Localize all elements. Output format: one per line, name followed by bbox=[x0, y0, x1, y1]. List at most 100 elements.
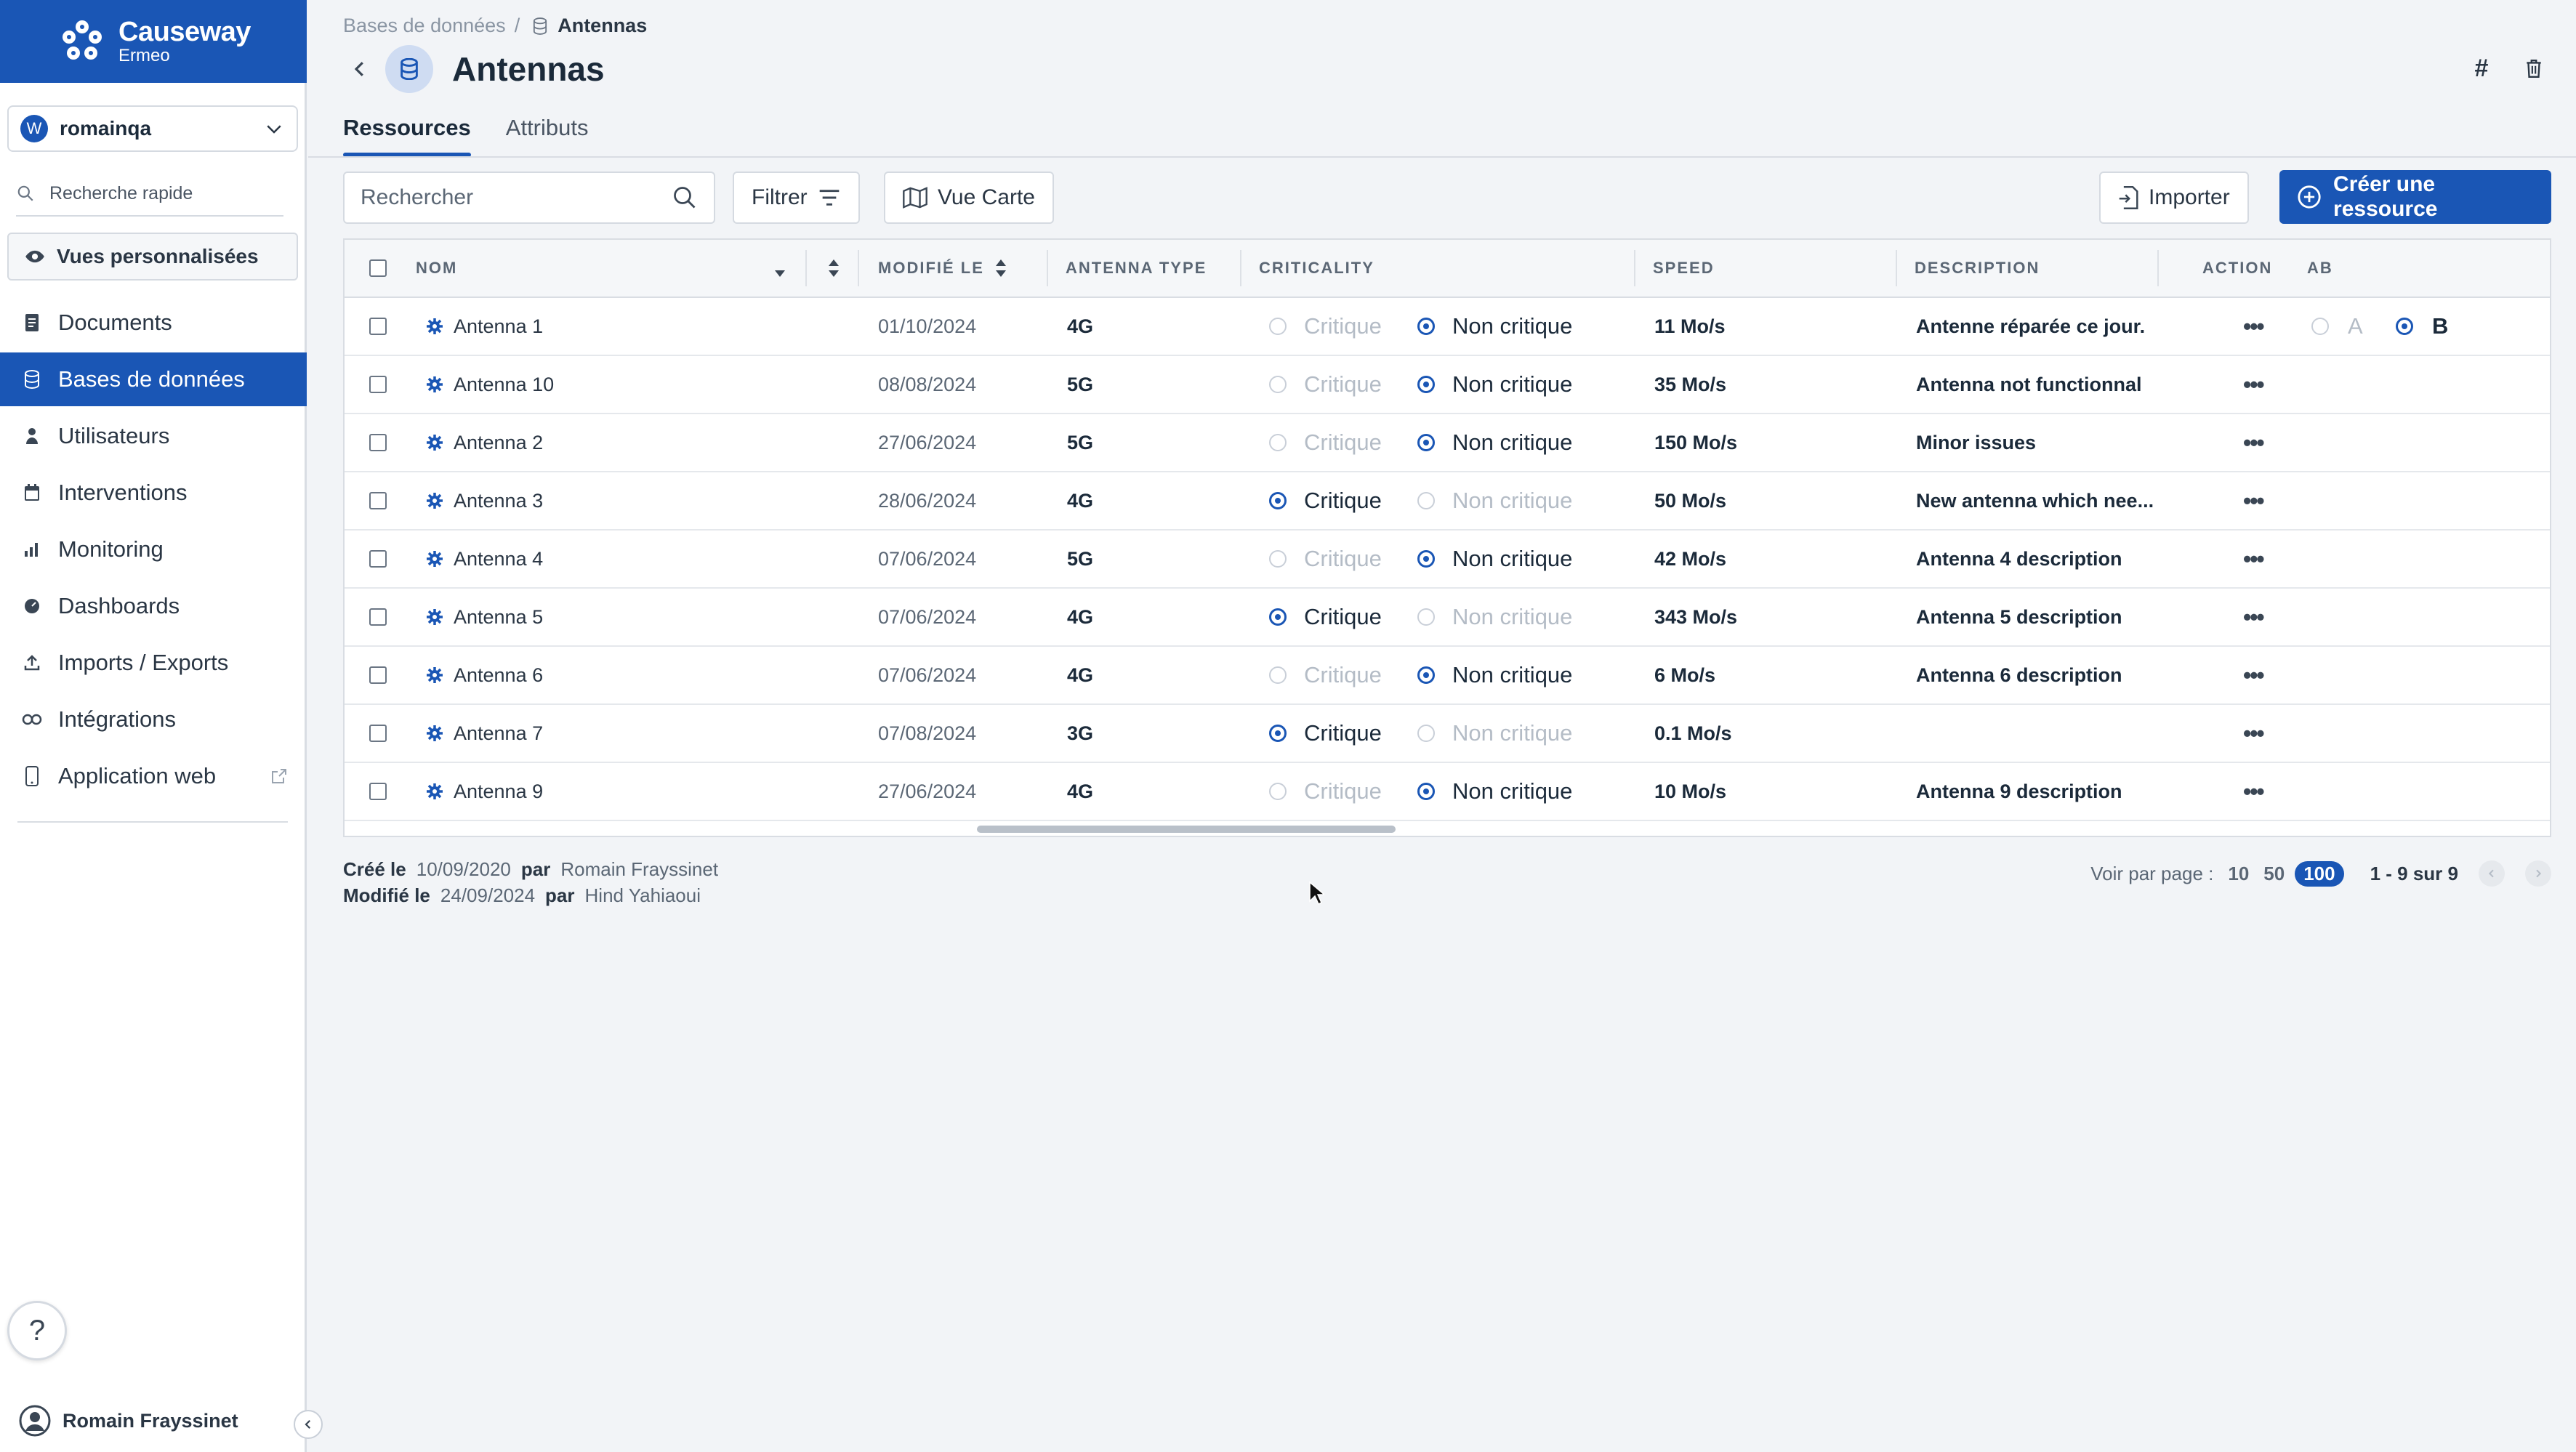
header-criticality[interactable]: CRITICALITY bbox=[1259, 240, 1374, 297]
row-actions-menu[interactable]: ••• bbox=[2243, 298, 2265, 355]
row-checkbox[interactable] bbox=[369, 763, 387, 820]
radio-button[interactable] bbox=[1417, 434, 1435, 451]
criticality-non-critical-option[interactable]: Non critique bbox=[1417, 647, 1572, 703]
horizontal-scrollbar[interactable] bbox=[977, 826, 1396, 833]
import-button[interactable]: Importer bbox=[2099, 172, 2249, 224]
radio-button[interactable] bbox=[1417, 318, 1435, 335]
sidebar-item-imports-exports[interactable]: Imports / Exports bbox=[0, 636, 307, 690]
delete-button[interactable] bbox=[2519, 54, 2548, 83]
table-row[interactable]: Antenna 2 27/06/2024 5G Critique Non critiqu… bbox=[345, 414, 2550, 472]
row-checkbox[interactable] bbox=[369, 356, 387, 413]
workspace-selector[interactable]: W romainqa bbox=[7, 105, 298, 152]
criticality-non-critical-option[interactable]: Non critique bbox=[1417, 531, 1572, 587]
radio-button[interactable] bbox=[1269, 434, 1287, 451]
radio-button[interactable] bbox=[1269, 492, 1287, 509]
criticality-non-critical-option[interactable]: Non critique bbox=[1417, 298, 1572, 355]
ab-option-a[interactable]: A bbox=[2311, 298, 2363, 355]
radio-button[interactable] bbox=[1269, 318, 1287, 335]
breadcrumb-parent[interactable]: Bases de données bbox=[343, 15, 506, 37]
row-checkbox[interactable] bbox=[369, 705, 387, 762]
radio-button[interactable] bbox=[1269, 725, 1287, 742]
table-row[interactable]: Antenna 5 07/06/2024 4G Critique Non critiqu… bbox=[345, 589, 2550, 647]
header-antenna-type[interactable]: ANTENNA TYPE bbox=[1066, 240, 1207, 297]
criticality-critical-option[interactable]: Critique bbox=[1269, 414, 1382, 471]
criticality-critical-option[interactable]: Critique bbox=[1269, 356, 1382, 413]
brand-logo[interactable]: Causeway Ermeo bbox=[0, 0, 307, 83]
radio-button[interactable] bbox=[2311, 318, 2329, 335]
per-page-10[interactable]: 10 bbox=[2228, 863, 2249, 885]
table-row[interactable]: Antenna 7 07/08/2024 3G Critique Non critiqu… bbox=[345, 705, 2550, 763]
resource-name[interactable]: Antenna 7 bbox=[426, 705, 543, 762]
sidebar-item-documents[interactable]: Documents bbox=[0, 296, 307, 350]
prev-page-button[interactable] bbox=[2479, 860, 2505, 887]
radio-button[interactable] bbox=[1417, 725, 1435, 742]
row-checkbox[interactable] bbox=[369, 298, 387, 355]
row-checkbox[interactable] bbox=[369, 531, 387, 587]
radio-button[interactable] bbox=[1269, 783, 1287, 800]
resource-name[interactable]: Antenna 6 bbox=[426, 647, 543, 703]
sidebar-item-users[interactable]: Utilisateurs bbox=[0, 409, 307, 463]
criticality-critical-option[interactable]: Critique bbox=[1269, 298, 1382, 355]
row-checkbox[interactable] bbox=[369, 647, 387, 703]
collapse-sidebar-button[interactable] bbox=[294, 1410, 323, 1439]
radio-button[interactable] bbox=[1417, 550, 1435, 568]
sidebar-item-databases[interactable]: Bases de données bbox=[0, 352, 307, 406]
criticality-non-critical-option[interactable]: Non critique bbox=[1417, 763, 1572, 820]
sidebar-item-interventions[interactable]: Interventions bbox=[0, 466, 307, 520]
header-speed[interactable]: SPEED bbox=[1653, 240, 1715, 297]
row-actions-menu[interactable]: ••• bbox=[2243, 647, 2265, 703]
resource-name[interactable]: Antenna 2 bbox=[426, 414, 543, 471]
row-checkbox[interactable] bbox=[369, 472, 387, 529]
criticality-non-critical-option[interactable]: Non critique bbox=[1417, 414, 1572, 471]
criticality-critical-option[interactable]: Critique bbox=[1269, 705, 1382, 762]
radio-button[interactable] bbox=[1417, 376, 1435, 393]
radio-button[interactable] bbox=[1417, 666, 1435, 684]
resource-name[interactable]: Antenna 5 bbox=[426, 589, 543, 645]
criticality-non-critical-option[interactable]: Non critique bbox=[1417, 356, 1572, 413]
back-arrow-icon[interactable] bbox=[349, 58, 371, 80]
radio-button[interactable] bbox=[1269, 608, 1287, 626]
row-checkbox[interactable] bbox=[369, 589, 387, 645]
radio-button[interactable] bbox=[1269, 666, 1287, 684]
resource-name[interactable]: Antenna 9 bbox=[426, 763, 543, 820]
user-profile[interactable]: Romain Frayssinet bbox=[19, 1401, 238, 1440]
per-page-50[interactable]: 50 bbox=[2263, 863, 2285, 885]
map-view-button[interactable]: Vue Carte bbox=[884, 172, 1054, 224]
row-actions-menu[interactable]: ••• bbox=[2243, 531, 2265, 587]
next-page-button[interactable] bbox=[2525, 860, 2551, 887]
search-input[interactable]: Rechercher bbox=[343, 172, 715, 224]
per-page-100[interactable]: 100 bbox=[2295, 860, 2344, 887]
table-row[interactable]: Antenna 3 28/06/2024 4G Critique Non critiqu… bbox=[345, 472, 2550, 531]
radio-button[interactable] bbox=[1417, 492, 1435, 509]
header-modified[interactable]: MODIFIÉ LE bbox=[878, 240, 1009, 297]
row-actions-menu[interactable]: ••• bbox=[2243, 472, 2265, 529]
criticality-critical-option[interactable]: Critique bbox=[1269, 647, 1382, 703]
sidebar-item-dashboards[interactable]: Dashboards bbox=[0, 579, 307, 633]
filter-button[interactable]: Filtrer bbox=[733, 172, 860, 224]
criticality-critical-option[interactable]: Critique bbox=[1269, 589, 1382, 645]
header-name[interactable]: NOM bbox=[416, 240, 457, 297]
radio-button[interactable] bbox=[1269, 376, 1287, 393]
create-resource-button[interactable]: Créer une ressource bbox=[2279, 170, 2551, 224]
row-actions-menu[interactable]: ••• bbox=[2243, 356, 2265, 413]
sort-icon[interactable] bbox=[826, 258, 842, 278]
criticality-critical-option[interactable]: Critique bbox=[1269, 531, 1382, 587]
sidebar-item-web-app[interactable]: Application web bbox=[0, 749, 307, 803]
row-actions-menu[interactable]: ••• bbox=[2243, 414, 2265, 471]
header-description[interactable]: DESCRIPTION bbox=[1915, 240, 2040, 297]
criticality-critical-option[interactable]: Critique bbox=[1269, 763, 1382, 820]
select-all-checkbox[interactable] bbox=[369, 240, 387, 297]
resource-name[interactable]: Antenna 4 bbox=[426, 531, 543, 587]
help-button[interactable]: ? bbox=[7, 1301, 67, 1360]
radio-button[interactable] bbox=[1417, 608, 1435, 626]
row-checkbox[interactable] bbox=[369, 414, 387, 471]
table-row[interactable]: Antenna 4 07/06/2024 5G Critique Non critiqu… bbox=[345, 531, 2550, 589]
custom-views-button[interactable]: Vues personnalisées bbox=[7, 233, 298, 281]
row-actions-menu[interactable]: ••• bbox=[2243, 763, 2265, 820]
row-actions-menu[interactable]: ••• bbox=[2243, 705, 2265, 762]
ab-option-b[interactable]: B bbox=[2396, 298, 2448, 355]
criticality-non-critical-option[interactable]: Non critique bbox=[1417, 589, 1572, 645]
radio-button[interactable] bbox=[1269, 550, 1287, 568]
table-row[interactable]: Antenna 9 27/06/2024 4G Critique Non critiqu… bbox=[345, 763, 2550, 821]
tab-resources[interactable]: Ressources bbox=[343, 109, 471, 157]
